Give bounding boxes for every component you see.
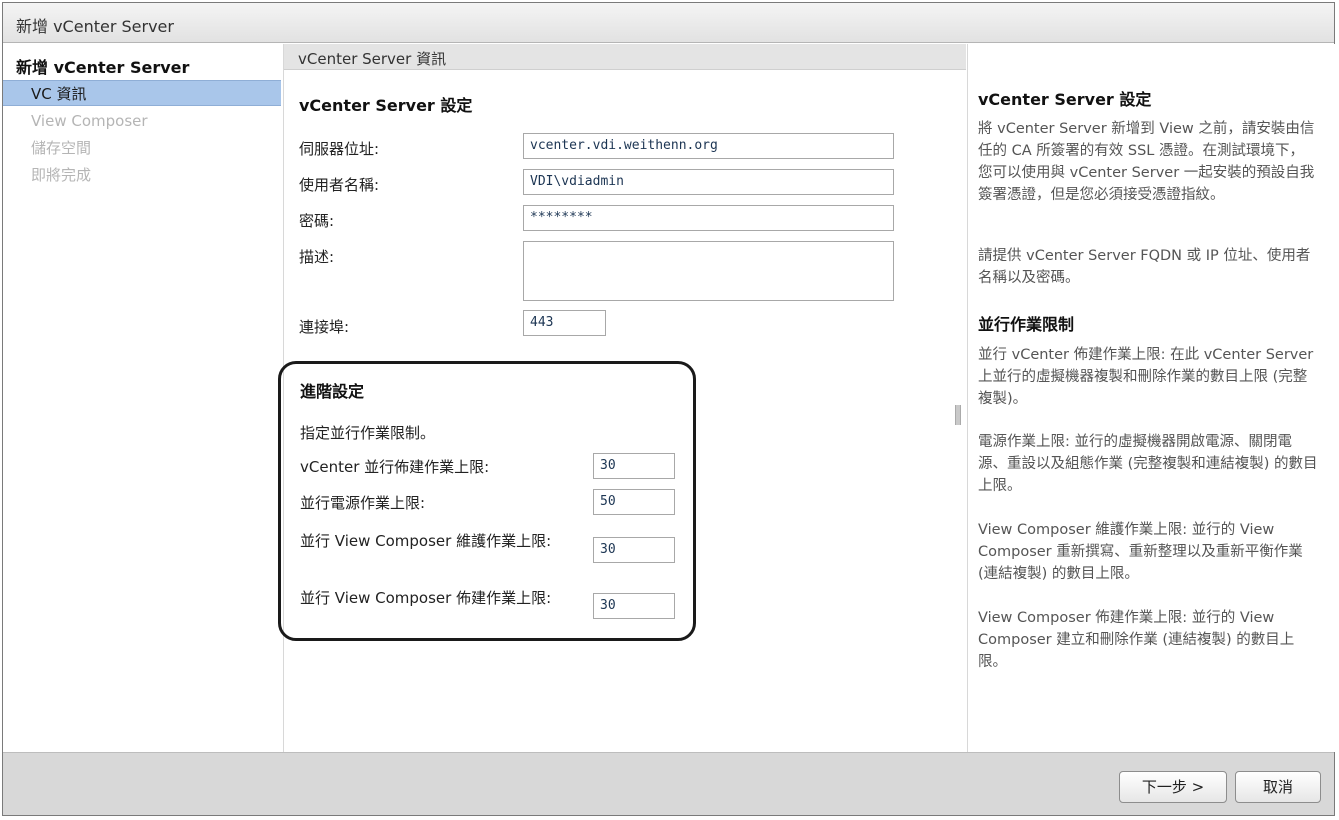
password-input[interactable]: ******** bbox=[523, 205, 894, 231]
pane-splitter-handle[interactable] bbox=[955, 405, 961, 425]
composer-maintenance-limit-label: 並行 View Composer 維護作業上限: bbox=[300, 532, 552, 550]
username-label: 使用者名稱: bbox=[299, 176, 380, 194]
advanced-settings-title: 進階設定 bbox=[300, 382, 365, 401]
dialog-title: 新增 vCenter Server bbox=[16, 17, 174, 36]
password-label: 密碼: bbox=[299, 212, 335, 230]
power-ops-limit-label: 並行電源作業上限: bbox=[300, 494, 426, 512]
help-limits-paragraph-3: View Composer 維護作業上限: 並行的 View Composer … bbox=[978, 522, 1303, 582]
add-vcenter-dialog: 新增 vCenter Server 新增 vCenter Server VC 資… bbox=[2, 2, 1336, 816]
wizard-step-view-composer: View Composer bbox=[31, 112, 148, 130]
help-settings-title: vCenter Server 設定 bbox=[978, 90, 1152, 109]
wizard-step-storage: 儲存空間 bbox=[31, 139, 92, 157]
next-button[interactable]: 下一步 > bbox=[1119, 771, 1227, 803]
vc-info-form: vCenter Server 資訊 vCenter Server 設定 伺服器位… bbox=[278, 44, 966, 752]
cancel-button[interactable]: 取消 bbox=[1235, 771, 1321, 803]
wizard-heading: 新增 vCenter Server bbox=[16, 58, 190, 77]
help-pane: vCenter Server 設定 將 vCenter Server 新增到 V… bbox=[967, 44, 1336, 752]
description-textarea[interactable] bbox=[523, 241, 894, 301]
server-address-label: 伺服器位址: bbox=[299, 140, 380, 158]
help-settings-paragraph-2: 請提供 vCenter Server FQDN 或 IP 位址、使用者名稱以及密… bbox=[978, 248, 1311, 286]
help-limits-paragraph-4: View Composer 佈建作業上限: 並行的 View Composer … bbox=[978, 610, 1295, 670]
help-limits-paragraph-2: 電源作業上限: 並行的虛擬機器開啟電源、關閉電源、重設以及組態作業 (完整複製和… bbox=[978, 434, 1318, 494]
composer-provision-limit-input[interactable]: 30 bbox=[593, 593, 675, 619]
server-address-input[interactable]: vcenter.vdi.weithenn.org bbox=[523, 133, 894, 159]
power-ops-limit-input[interactable]: 50 bbox=[593, 489, 675, 515]
dialog-footer: 下一步 > 取消 bbox=[3, 752, 1334, 815]
advanced-settings-group: 進階設定 指定並行作業限制。 vCenter 並行佈建作業上限: 30 並行電源… bbox=[278, 361, 696, 641]
composer-maintenance-limit-input[interactable]: 30 bbox=[593, 537, 675, 563]
settings-title: vCenter Server 設定 bbox=[299, 96, 473, 115]
vcenter-provision-limit-label: vCenter 並行佈建作業上限: bbox=[300, 458, 490, 476]
username-input[interactable]: VDI\vdiadmin bbox=[523, 169, 894, 195]
section-title: vCenter Server 資訊 bbox=[298, 50, 447, 68]
description-label: 描述: bbox=[299, 248, 335, 266]
wizard-step-vc-info[interactable]: VC 資訊 bbox=[3, 80, 281, 106]
help-settings-paragraph-1: 將 vCenter Server 新增到 View 之前，請安裝由信任的 CA … bbox=[978, 121, 1315, 203]
wizard-step-ready-to-complete: 即將完成 bbox=[31, 166, 92, 184]
help-limits-title: 並行作業限制 bbox=[978, 315, 1075, 334]
port-input[interactable]: 443 bbox=[523, 310, 606, 336]
port-label: 連接埠: bbox=[299, 318, 350, 336]
vcenter-provision-limit-input[interactable]: 30 bbox=[593, 453, 675, 479]
help-limits-paragraph-1: 並行 vCenter 佈建作業上限: 在此 vCenter Server 上並行… bbox=[978, 347, 1314, 407]
section-header: vCenter Server 資訊 bbox=[284, 44, 966, 70]
composer-provision-limit-label: 並行 View Composer 佈建作業上限: bbox=[300, 589, 552, 607]
advanced-settings-description: 指定並行作業限制。 bbox=[300, 424, 436, 442]
wizard-steps-nav: 新增 vCenter Server VC 資訊 View Composer 儲存… bbox=[3, 44, 284, 752]
dialog-titlebar: 新增 vCenter Server bbox=[3, 3, 1334, 43]
